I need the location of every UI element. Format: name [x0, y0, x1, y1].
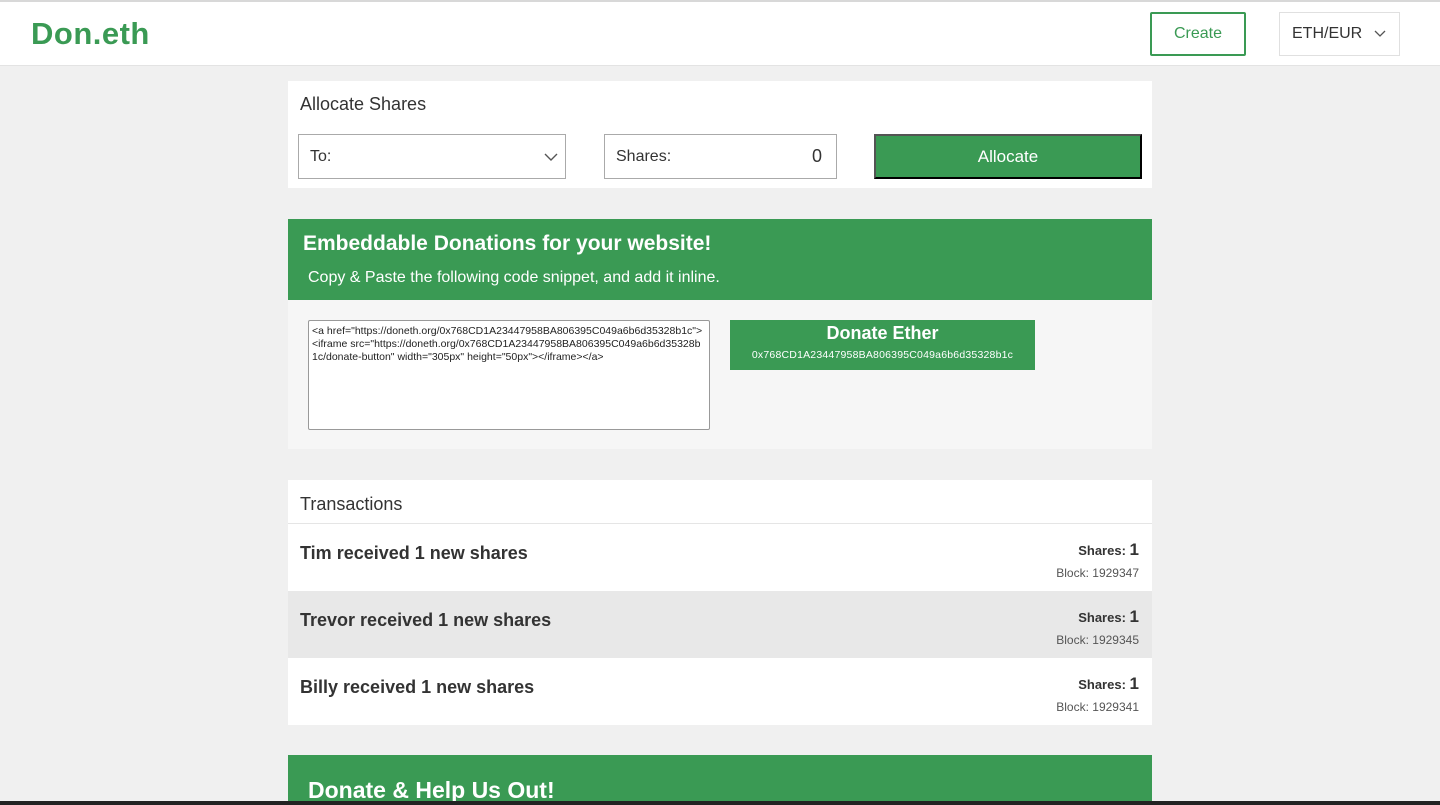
help-title: Donate & Help Us Out!	[308, 777, 555, 803]
table-row: Billy received 1 new shares Shares: 1 Bl…	[288, 658, 1152, 725]
tx-shares: Shares: 1	[1078, 607, 1139, 626]
embed-code-textarea[interactable]: <a href="https://doneth.org/0x768CD1A234…	[308, 320, 710, 430]
tx-block: Block: 1929345	[1056, 633, 1139, 647]
tx-block: Block: 1929341	[1056, 700, 1139, 714]
table-row: Trevor received 1 new shares Shares: 1 B…	[288, 591, 1152, 658]
tx-text: received 1 new shares	[343, 677, 535, 697]
currency-select[interactable]: ETH/EUR	[1279, 12, 1400, 56]
tx-name: Billy	[300, 677, 339, 697]
table-row: Tim received 1 new shares Shares: 1 Bloc…	[288, 524, 1152, 591]
tx-shares: Shares: 1	[1078, 540, 1139, 559]
shares-label: Shares:	[616, 147, 672, 165]
app-header: Don.eth Create ETH/EUR	[0, 2, 1440, 66]
donate-ether-address: 0x768CD1A23447958BA806395C049a6b6d35328b…	[751, 349, 1014, 361]
bottom-border	[0, 801, 1440, 805]
shares-value: 0	[811, 146, 822, 166]
shares-input[interactable]: Shares: 0	[604, 134, 837, 179]
chevron-down-icon	[1374, 30, 1386, 37]
tx-name: Tim	[300, 543, 332, 563]
transactions-title: Transactions	[288, 480, 1152, 524]
chevron-down-icon	[544, 153, 558, 161]
tx-text: received 1 new shares	[360, 610, 552, 630]
embed-subtitle: Copy & Paste the following code snippet,…	[308, 269, 720, 286]
to-label: To:	[310, 147, 332, 165]
allocate-title: Allocate Shares	[300, 94, 427, 114]
donate-ether-button[interactable]: Donate Ether 0x768CD1A23447958BA806395C0…	[730, 320, 1035, 370]
donate-ether-title: Donate Ether	[826, 323, 939, 343]
embed-header: Embeddable Donations for your website! C…	[288, 219, 1152, 300]
allocate-button[interactable]: Allocate	[874, 134, 1142, 179]
allocate-shares-panel: Allocate Shares To: Shares: 0 Allocate	[288, 81, 1152, 188]
transactions-panel: Transactions Tim received 1 new shares S…	[288, 480, 1152, 725]
tx-text: received 1 new shares	[336, 543, 528, 563]
tx-name: Trevor	[300, 610, 356, 630]
donate-help-panel: Donate & Help Us Out!	[288, 755, 1152, 805]
create-button[interactable]: Create	[1150, 12, 1246, 56]
tx-block: Block: 1929347	[1056, 566, 1139, 580]
brand-logo[interactable]: Don.eth	[31, 16, 150, 52]
embed-donations-panel: Embeddable Donations for your website! C…	[288, 219, 1152, 449]
currency-value: ETH/EUR	[1292, 25, 1363, 42]
tx-shares: Shares: 1	[1078, 674, 1139, 693]
embed-title: Embeddable Donations for your website!	[303, 232, 712, 255]
to-recipient-select[interactable]: To:	[298, 134, 566, 179]
